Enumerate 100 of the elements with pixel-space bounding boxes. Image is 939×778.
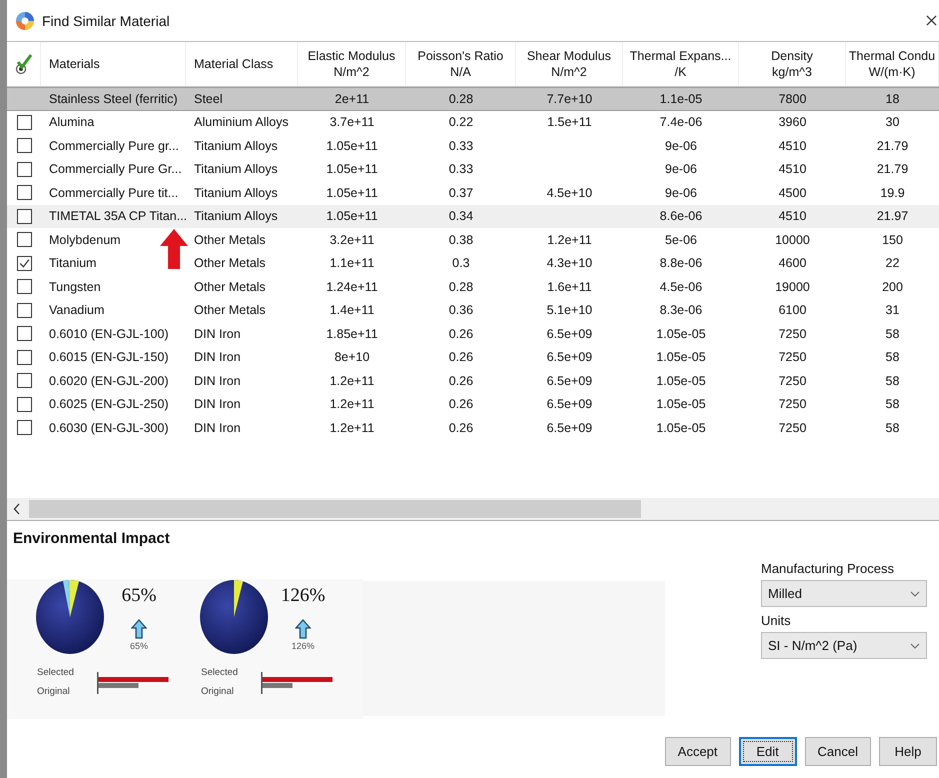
table-cell: Titanium Alloys [194,162,278,176]
checkbox[interactable] [16,350,32,365]
column-header[interactable]: Shear Modulus N/m^2 [526,48,612,80]
table-row[interactable]: TIMETAL 35A CP Titan... Titanium Alloys 1.05e+11 0.34 8.6e-06 4510 21.97 [7,204,939,228]
table-row[interactable]: Commercially Pure tit... Titanium Alloys 1.05e+11 0.37 4.5e+10 9e-06 4500 19.9 [7,181,939,204]
table-cell: 0.6020 (EN-GJL-200) [49,374,169,388]
table-row[interactable]: 0.6025 (EN-GJL-250) DIN Iron 1.2e+11 0.26 6.5e+09 1.05e-05 7250 58 [7,392,939,416]
dropdown[interactable]: SI - N/m^2 (Pa) [761,632,927,659]
dropdown[interactable]: Milled [761,580,927,607]
close-icon[interactable] [926,15,937,26]
table-row[interactable]: Titanium Other Metals 1.1e+11 0.3 4.3e+10 8.8e-06 4600 22 [7,252,939,275]
table-cell: 7.7e+10 [546,92,592,106]
table-row[interactable]: Stainless Steel (ferritic) Steel 2e+11 0.28 7.7e+10 1.1e-05 7800 18 [7,87,939,110]
table-row[interactable]: 0.6020 (EN-GJL-200) DIN Iron 1.2e+11 0.26 6.5e+09 1.05e-05 7250 58 [7,369,939,392]
table-cell: 7250 [778,397,806,412]
table-cell: 1.05e+11 [326,209,378,224]
table-cell: 1.2e+11 [330,420,374,435]
table-row[interactable]: 0.6015 (EN-GJL-150) DIN Iron 8e+10 0.26 6.5e+09 1.05e-05 7250 58 [7,346,939,369]
up-arrow-icon [295,619,311,639]
table-cell: 7250 [778,420,806,435]
table-cell: 0.38 [448,232,474,247]
checkbox[interactable] [16,326,32,342]
dialog-button[interactable]: Accept [664,737,731,766]
table-row[interactable]: Alumina Aluminium Alloys 3.7e+11 0.22 1.5e+11 7.4e-06 3960 30 [7,110,939,134]
table-cell: 0.3 [452,256,470,270]
table-cell: 0.28 [448,92,474,106]
table-cell: 6100 [778,303,806,318]
table-cell: 4510 [778,162,806,176]
table-cell: 6.5e+09 [546,350,592,364]
checkbox[interactable] [16,138,32,154]
table-cell: 8.6e-06 [660,209,702,224]
field-label: Manufacturing Process [761,561,895,576]
table-row[interactable]: Commercially Pure Gr... Titanium Alloys 1.05e+11 0.33 9e-06 4510 21.79 [7,158,939,181]
checkbox[interactable] [16,185,32,200]
checkbox[interactable] [16,420,32,436]
table-row[interactable]: Tungsten Other Metals 1.24e+11 0.28 1.6e+11 4.5e-06 19000 200 [7,275,939,298]
column-header[interactable]: Elastic Modulus N/m^2 [308,48,396,80]
column-header[interactable]: Thermal Expans... /K [630,48,732,80]
table-cell: 0.37 [448,186,474,200]
change-value: 65% [130,641,148,651]
checkbox[interactable] [16,256,32,271]
window-title: Find Similar Material [42,12,171,28]
table-cell: 0.6010 (EN-GJL-100) [49,326,169,341]
table-row[interactable]: Molybdenum Other Metals 3.2e+11 0.38 1.2e+11 5e-06 10000 150 [7,228,939,252]
checkbox[interactable] [16,208,32,224]
table-cell: 1.2e+11 [547,232,592,247]
table-cell: 9e-06 [665,138,697,153]
table-cell: Commercially Pure Gr... [49,162,182,176]
dialog-button[interactable]: Cancel [804,737,871,766]
table-cell: 1.2e+11 [330,397,374,412]
table-cell: 6.5e+09 [546,420,592,435]
section-title: Environmental Impact [12,529,171,547]
table-cell: 58 [886,420,900,435]
scrollbar-thumb[interactable] [29,500,641,518]
table-row[interactable]: 0.6010 (EN-GJL-100) DIN Iron 1.85e+11 0.26 6.5e+09 1.05e-05 7250 58 [7,322,939,346]
table-cell: 0.33 [448,138,474,153]
column-header[interactable]: Materials [49,56,100,72]
table-cell: Other Metals [194,303,266,318]
table-row[interactable]: 0.6030 (EN-GJL-300) DIN Iron 1.2e+11 0.26 6.5e+09 1.05e-05 7250 58 [7,416,939,440]
table-cell: 58 [886,350,900,364]
dialog-button[interactable]: Edit [738,737,797,766]
table-cell: 30 [886,115,900,130]
table-cell: 1.4e+11 [330,303,374,318]
table-cell: 0.36 [448,303,474,318]
checkbox[interactable] [16,302,32,318]
column-header[interactable]: Material Class [194,56,274,72]
checkbox[interactable] [16,396,32,412]
table-cell: 0.22 [448,115,474,130]
table-cell: Steel [194,92,222,106]
table-cell: DIN Iron [194,374,241,388]
table-cell: 1.2e+11 [330,374,374,388]
table-cell: TIMETAL 35A CP Titan... [49,209,188,224]
column-header[interactable]: Density kg/m^3 [771,48,813,80]
table-cell: 7250 [778,326,806,341]
column-header[interactable]: Poisson's Ratio N/A [418,48,504,80]
table-cell: 1.1e-05 [660,92,702,106]
table-cell: 0.6030 (EN-GJL-300) [49,420,169,435]
checkbox[interactable] [16,373,32,388]
table-row[interactable]: Vanadium Other Metals 1.4e+11 0.36 5.1e+10 8.3e-06 6100 31 [7,298,939,322]
scroll-left-icon[interactable] [13,503,21,515]
table-cell: 22 [886,256,900,270]
checkbox[interactable] [16,162,32,177]
checkbox[interactable] [16,279,32,294]
table-cell: 0.6025 (EN-GJL-250) [49,397,169,412]
table-cell: Titanium Alloys [194,138,278,153]
table-cell: 9e-06 [665,186,697,200]
table-row[interactable]: Commercially Pure gr... Titanium Alloys 1.05e+11 0.33 9e-06 4510 21.79 [7,134,939,158]
checkbox[interactable] [16,232,32,248]
dialog-button[interactable]: Help [879,737,937,766]
table-cell: 21.79 [876,138,908,153]
table-cell: 5e-06 [665,232,697,247]
checkbox[interactable] [16,114,32,130]
table-cell: 8.3e-06 [660,303,702,318]
table-cell: 1.05e-05 [656,420,706,435]
legend-label: Original [201,686,235,697]
table-cell: 0.26 [448,350,474,364]
percent-value: 65% [122,585,156,607]
column-header[interactable]: Thermal Condu W/(m·K) [848,48,936,80]
table-cell: 4.3e+10 [546,256,592,270]
table-cell: 1.05e+11 [326,162,378,176]
